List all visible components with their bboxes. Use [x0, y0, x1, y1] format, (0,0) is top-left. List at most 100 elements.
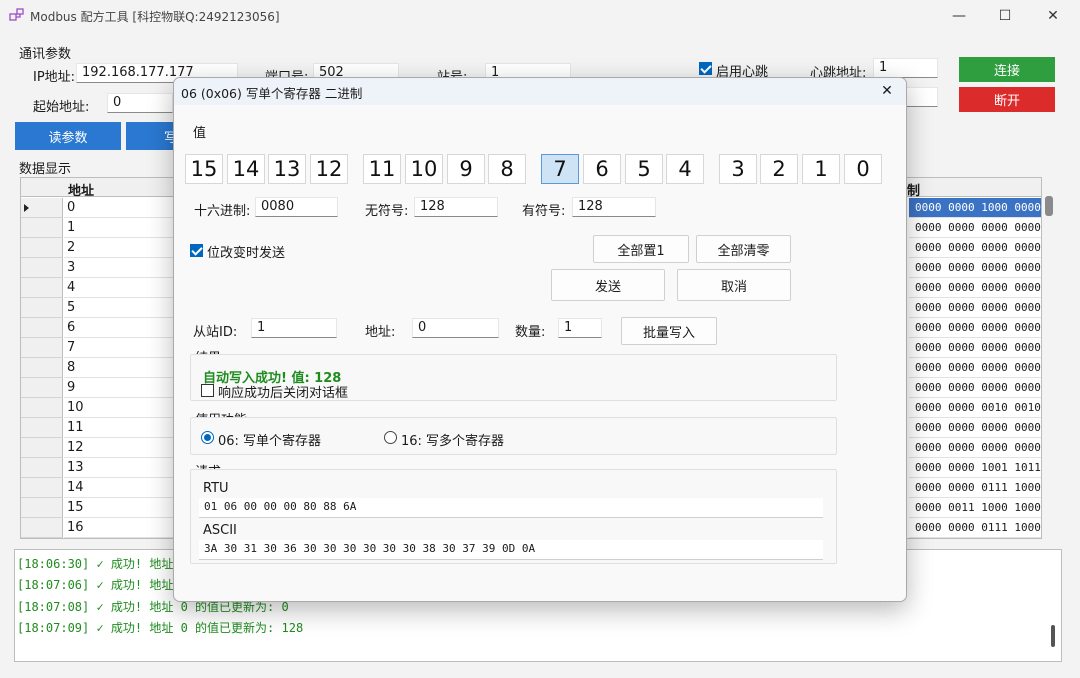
rtu-frame[interactable]: 01 06 00 00 00 80 88 6A: [199, 498, 823, 518]
bit-12-toggle[interactable]: 12: [310, 154, 348, 184]
row-header[interactable]: [21, 478, 63, 498]
row-header[interactable]: [21, 498, 63, 518]
binary-cell[interactable]: 0000 0000 0000 0000: [909, 258, 1041, 278]
close-on-success-label: 响应成功后关闭对话框: [218, 386, 349, 401]
row-header[interactable]: [21, 458, 63, 478]
col-binary-header: 制: [907, 184, 921, 199]
row-header[interactable]: [21, 438, 63, 458]
bit-9-toggle[interactable]: 9: [447, 154, 485, 184]
bit-11-toggle[interactable]: 11: [363, 154, 401, 184]
row-header[interactable]: [21, 378, 63, 398]
bit-3-toggle[interactable]: 3: [719, 154, 757, 184]
addr-input[interactable]: 0: [412, 318, 499, 338]
log-line: [18:07:09] ✓ 成功! 地址 0 的值已更新为: 128: [17, 621, 304, 635]
bit-15-toggle[interactable]: 15: [185, 154, 223, 184]
binary-cell[interactable]: 0000 0000 0000 0000: [909, 378, 1041, 398]
row-header[interactable]: [21, 298, 63, 318]
binary-cell[interactable]: 0000 0000 1000 0000: [909, 198, 1041, 218]
heartbeat-checkbox[interactable]: [699, 62, 712, 75]
log-scrollbar-thumb[interactable]: [1051, 625, 1055, 647]
log-line: [18:06:30] ✓ 成功! 地址: [17, 557, 174, 571]
window-title: Modbus 配方工具 [科控物联Q:2492123056]: [30, 10, 280, 24]
bit-7-toggle[interactable]: 7: [541, 154, 579, 184]
fn06-label: 06: 写单个寄存器: [218, 434, 322, 449]
binary-cell[interactable]: 0000 0000 0000 0000: [909, 358, 1041, 378]
data-section-title: 数据显示: [19, 162, 72, 177]
row-header[interactable]: [21, 278, 63, 298]
connect-button[interactable]: 连接: [959, 57, 1055, 82]
read-params-button[interactable]: 读参数: [15, 122, 121, 150]
set-all-button[interactable]: 全部置1: [593, 235, 689, 263]
ascii-frame[interactable]: 3A 30 31 30 36 30 30 30 30 30 30 38 30 3…: [199, 540, 823, 560]
slave-id-label: 从站ID:: [193, 325, 238, 340]
binary-cell[interactable]: 0000 0000 0000 0000: [909, 218, 1041, 238]
binary-cell[interactable]: 0000 0000 0000 0000: [909, 338, 1041, 358]
qty-label: 数量:: [515, 325, 546, 340]
fn16-radio[interactable]: [384, 431, 397, 444]
bit-13-toggle[interactable]: 13: [268, 154, 306, 184]
binary-cell[interactable]: 0000 0011 1000 1000: [909, 498, 1041, 518]
bit-4-toggle[interactable]: 4: [666, 154, 704, 184]
close-on-success-checkbox[interactable]: [201, 384, 214, 397]
dialog-title: 06 (0x06) 写单个寄存器 二进制: [181, 86, 363, 101]
bit-6-toggle[interactable]: 6: [583, 154, 621, 184]
col-address-header: 地址: [68, 184, 95, 199]
row-header[interactable]: [21, 198, 63, 218]
cancel-button[interactable]: 取消: [677, 269, 791, 301]
hex-label: 十六进制:: [194, 204, 251, 219]
row-header[interactable]: [21, 238, 63, 258]
row-header[interactable]: [21, 258, 63, 278]
send-on-change-label: 位改变时发送: [207, 246, 286, 261]
bit-2-toggle[interactable]: 2: [760, 154, 798, 184]
grid-scrollbar-thumb[interactable]: [1045, 196, 1053, 216]
start-addr-input[interactable]: 0: [107, 93, 173, 113]
row-header[interactable]: [21, 318, 63, 338]
binary-cell[interactable]: 0000 0000 0000 0000: [909, 278, 1041, 298]
binary-cell[interactable]: 0000 0000 0111 1000: [909, 478, 1041, 498]
batch-write-button[interactable]: 批量写入: [621, 317, 717, 345]
hex-input[interactable]: 0080: [255, 197, 338, 217]
close-button[interactable]: ✕: [1030, 0, 1076, 32]
signed-input[interactable]: 128: [572, 197, 656, 217]
ip-label: IP地址:: [33, 70, 76, 85]
qty-input[interactable]: 1: [558, 318, 602, 338]
heartbeat-addr-input[interactable]: 1: [873, 58, 938, 78]
value-label: 值: [193, 126, 207, 141]
row-header[interactable]: [21, 398, 63, 418]
comm-section-title: 通讯参数: [19, 47, 72, 62]
row-header[interactable]: [21, 418, 63, 438]
fn16-label: 16: 写多个寄存器: [401, 434, 505, 449]
log-line: [18:07:06] ✓ 成功! 地址: [17, 578, 174, 592]
binary-cell[interactable]: 0000 0000 0000 0000: [909, 238, 1041, 258]
row-header[interactable]: [21, 218, 63, 238]
binary-cell[interactable]: 0000 0000 0000 0000: [909, 438, 1041, 458]
slave-id-input[interactable]: 1: [251, 318, 337, 338]
bit-1-toggle[interactable]: 1: [802, 154, 840, 184]
dialog-close-button[interactable]: ✕: [874, 80, 900, 102]
binary-cell[interactable]: 0000 0000 0111 1000: [909, 518, 1041, 538]
row-header[interactable]: [21, 338, 63, 358]
maximize-button[interactable]: ☐: [982, 0, 1028, 32]
row-header[interactable]: [21, 358, 63, 378]
binary-cell[interactable]: 0000 0000 0000 0000: [909, 418, 1041, 438]
send-on-change-checkbox[interactable]: [190, 244, 203, 257]
binary-cell[interactable]: 0000 0000 1001 1011: [909, 458, 1041, 478]
binary-cell[interactable]: 0000 0000 0010 0010: [909, 398, 1041, 418]
disconnect-button[interactable]: 断开: [959, 87, 1055, 112]
binary-cell[interactable]: 0000 0000 0000 0000: [909, 298, 1041, 318]
minimize-button[interactable]: —: [936, 0, 982, 32]
binary-cell[interactable]: 0000 0000 0000 0000: [909, 318, 1041, 338]
unsigned-input[interactable]: 128: [414, 197, 498, 217]
send-button[interactable]: 发送: [551, 269, 665, 301]
bit-14-toggle[interactable]: 14: [227, 154, 265, 184]
current-row-icon: [24, 204, 29, 212]
clear-all-button[interactable]: 全部清零: [696, 235, 791, 263]
bit-5-toggle[interactable]: 5: [625, 154, 663, 184]
row-header[interactable]: [21, 518, 63, 538]
start-addr-label: 起始地址:: [33, 100, 90, 115]
bit-10-toggle[interactable]: 10: [405, 154, 443, 184]
addr-label: 地址:: [365, 325, 396, 340]
bit-8-toggle[interactable]: 8: [488, 154, 526, 184]
fn06-radio[interactable]: [201, 431, 214, 444]
bit-0-toggle[interactable]: 0: [844, 154, 882, 184]
